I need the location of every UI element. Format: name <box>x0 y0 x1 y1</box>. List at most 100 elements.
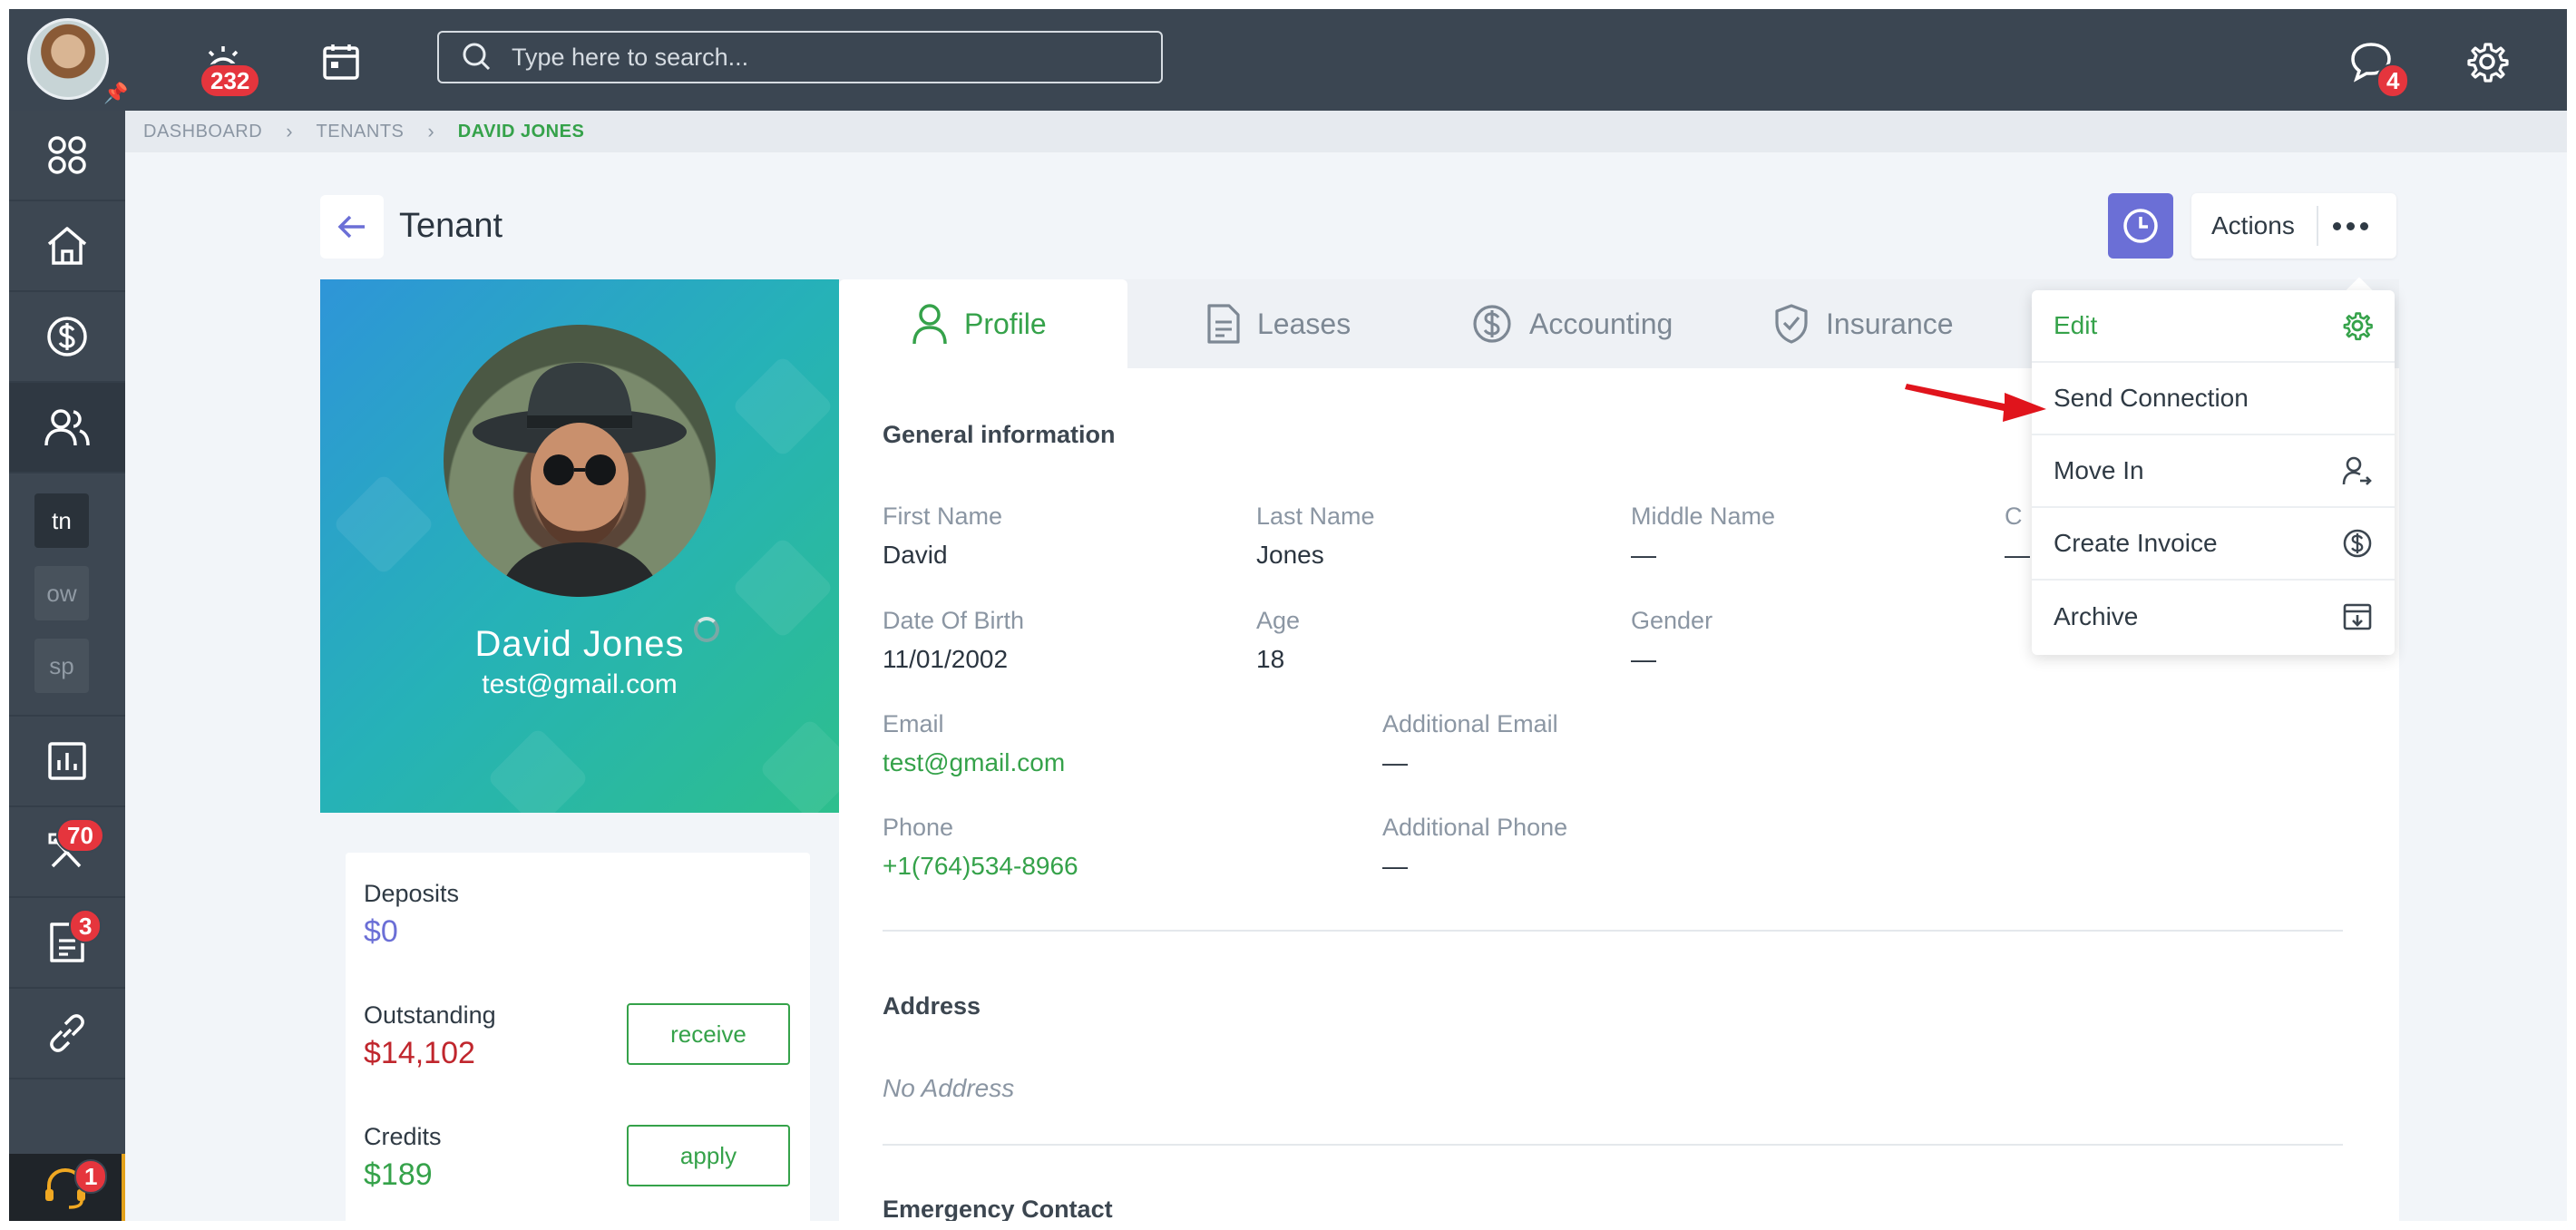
menu-item-send-connection[interactable]: Send Connection <box>2032 363 2395 435</box>
profile-name: David Jones <box>474 624 685 664</box>
breadcrumb-current: DAVID JONES <box>457 121 585 142</box>
decor-shape <box>486 727 590 813</box>
tab-accounting[interactable]: Accounting <box>1471 279 1673 368</box>
menu-item-create-invoice[interactable]: Create Invoice <box>2032 508 2395 581</box>
menu-item-move-in[interactable]: Move In <box>2032 435 2395 508</box>
apply-button[interactable]: apply <box>627 1125 790 1186</box>
email-link[interactable]: test@gmail.com <box>883 748 1065 777</box>
receive-button[interactable]: receive <box>627 1003 790 1065</box>
dollar-circle-icon <box>47 317 87 356</box>
sidebar-item-reports[interactable] <box>9 717 125 807</box>
decor-shape <box>332 473 435 576</box>
tab-profile-label: Profile <box>964 307 1047 340</box>
decor-shape <box>758 718 839 813</box>
support-button[interactable]: 1 <box>9 1154 125 1221</box>
back-button[interactable] <box>320 195 384 259</box>
users-icon <box>44 409 90 446</box>
settings-button[interactable] <box>2462 36 2513 87</box>
maintenance-badge: 70 <box>56 818 104 853</box>
menu-item-archive-label: Archive <box>2054 602 2139 630</box>
sidebar-item-maintenance[interactable]: 70 <box>9 807 125 898</box>
divider <box>883 930 2343 932</box>
home-icon <box>47 227 87 265</box>
clock-icon <box>2123 209 2158 243</box>
alerts-button[interactable]: 232 <box>198 36 261 98</box>
menu-item-send-connection-label: Send Connection <box>2054 384 2249 412</box>
truncated-field-label: C <box>2005 503 2023 530</box>
menu-item-edit[interactable]: Edit <box>2032 290 2395 363</box>
avatar[interactable] <box>27 18 109 100</box>
calendar-button[interactable] <box>316 36 366 87</box>
profile-photo[interactable] <box>444 325 716 597</box>
menu-item-create-invoice-label: Create Invoice <box>2054 529 2218 557</box>
dob-label: Date Of Birth <box>883 607 1025 634</box>
history-button[interactable] <box>2108 193 2173 259</box>
additional-email-label: Additional Email <box>1382 710 1558 737</box>
pin-icon: 📌 <box>103 82 129 104</box>
divider <box>883 1144 2343 1146</box>
gear-icon <box>2467 43 2509 83</box>
age-value: 18 <box>1256 645 1285 673</box>
calendar-icon <box>323 44 359 80</box>
age-label: Age <box>1256 607 1301 634</box>
sidebar-item-people[interactable] <box>9 383 125 473</box>
user-arrow-icon <box>2342 456 2372 485</box>
document-icon <box>1207 304 1240 344</box>
address-heading: Address <box>883 992 981 1020</box>
menu-item-archive[interactable]: Archive <box>2032 581 2395 653</box>
breadcrumb-dashboard[interactable]: DASHBOARD <box>143 122 262 142</box>
profile-card: David Jones test@gmail.com <box>320 279 839 813</box>
sidebar-chip-tn[interactable]: tn <box>34 493 89 548</box>
sidebar-item-links[interactable] <box>9 989 125 1079</box>
app-frame: 📌 232 Type here to search... 4 DASHBOARD… <box>9 9 2567 1221</box>
gender-value: — <box>1631 645 1656 673</box>
dollar-circle-icon <box>2343 529 2372 558</box>
first-name-value: David <box>883 541 948 569</box>
sidebar: tn ow sp 70 3 <box>9 111 125 1221</box>
last-name-label: Last Name <box>1256 503 1375 530</box>
tab-accounting-label: Accounting <box>1529 307 1673 340</box>
page-title: Tenant <box>399 207 503 245</box>
middle-name-value: — <box>1631 541 1656 569</box>
sidebar-item-home[interactable] <box>9 201 125 292</box>
sidebar-chip-ow[interactable]: ow <box>34 566 89 620</box>
search-input[interactable] <box>512 43 1147 72</box>
messages-badge: 4 <box>2376 63 2410 98</box>
arrow-left-icon <box>337 215 365 239</box>
bar-chart-icon <box>48 742 86 780</box>
messages-button[interactable]: 4 <box>2346 36 2410 98</box>
alerts-badge: 232 <box>200 63 261 98</box>
user-avatar-cell[interactable]: 📌 <box>9 9 129 111</box>
actions-button[interactable]: Actions <box>2191 193 2396 259</box>
additional-phone-label: Additional Phone <box>1382 814 1568 841</box>
breadcrumb-tenants[interactable]: TENANTS <box>317 122 405 142</box>
address-value: No Address <box>883 1074 1015 1102</box>
tab-profile[interactable]: Profile <box>839 279 1127 368</box>
tab-leases[interactable]: Leases <box>1206 279 1351 368</box>
support-badge: 1 <box>74 1159 108 1194</box>
dollar-circle-icon <box>1473 305 1511 343</box>
tab-insurance[interactable]: Insurance <box>1773 279 1954 368</box>
actions-divider <box>2316 206 2318 246</box>
sidebar-chip-sp[interactable]: sp <box>34 639 89 693</box>
gender-label: Gender <box>1631 607 1713 634</box>
last-name-value: Jones <box>1256 541 1324 569</box>
sidebar-item-documents[interactable]: 3 <box>9 898 125 989</box>
more-horizontal-icon[interactable] <box>2332 221 2368 230</box>
outstanding-value: $14,102 <box>364 1036 475 1070</box>
balances-card: Deposits $0 Outstanding $14,102 receive … <box>346 853 810 1221</box>
phone-link[interactable]: +1(764)534-8966 <box>883 852 1078 881</box>
tab-leases-label: Leases <box>1257 307 1351 340</box>
sidebar-item-apps[interactable] <box>9 111 125 201</box>
apps-grid-icon <box>48 136 86 174</box>
search-box[interactable] <box>437 31 1163 83</box>
additional-email-value: — <box>1382 748 1408 776</box>
tenant-portrait <box>473 363 687 597</box>
outstanding-label: Outstanding <box>364 1001 496 1029</box>
deposits-value: $0 <box>364 914 398 949</box>
actions-label: Actions <box>2211 211 2295 239</box>
credits-label: Credits <box>364 1123 442 1150</box>
sidebar-item-accounting[interactable] <box>9 292 125 383</box>
credits-value: $189 <box>364 1157 433 1192</box>
emergency-contact-heading: Emergency Contact <box>883 1196 1113 1221</box>
